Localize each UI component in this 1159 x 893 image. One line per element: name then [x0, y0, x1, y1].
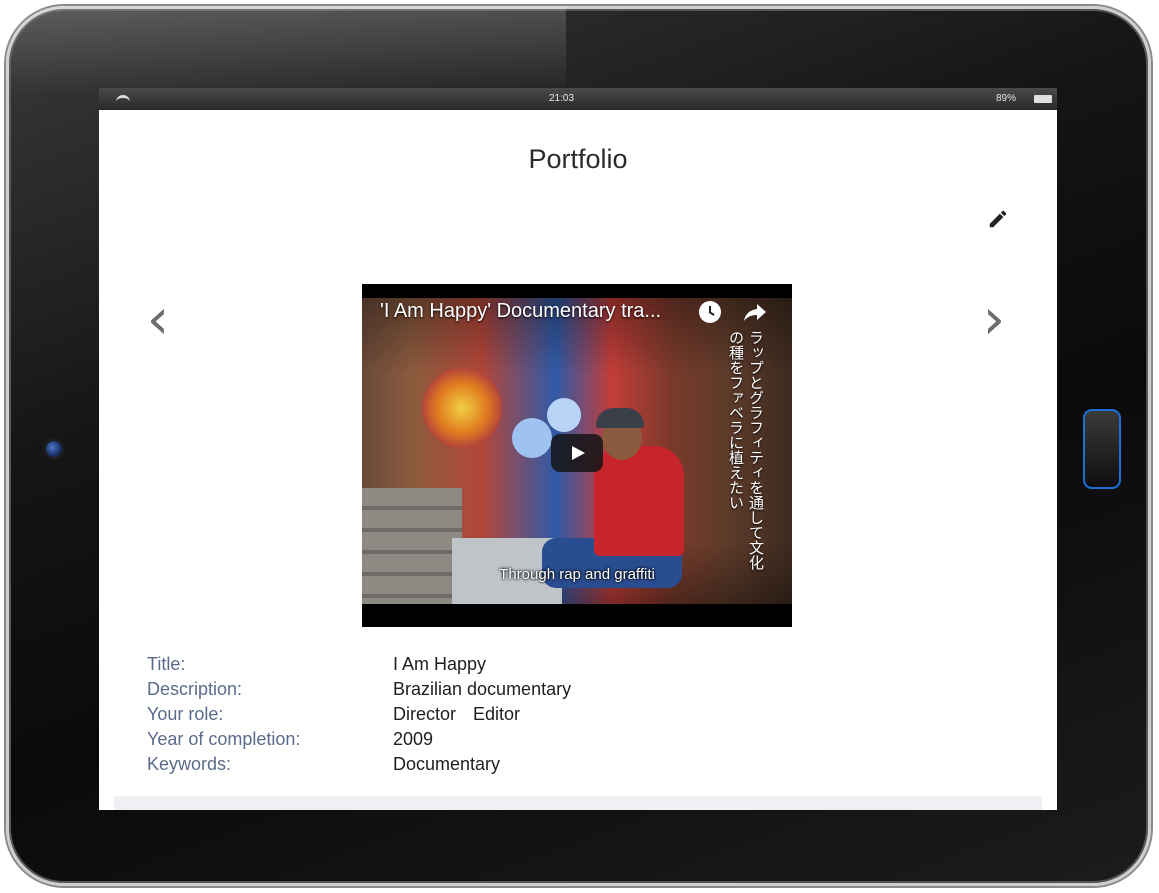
battery-icon — [1034, 95, 1052, 103]
title-value: I Am Happy — [393, 654, 487, 674]
front-camera — [46, 441, 62, 457]
home-button[interactable] — [1083, 409, 1121, 489]
portfolio-page: Portfolio ‹ › 'I Am Happy' Documentary t… — [114, 110, 1042, 810]
video-subtitle: Through rap and graffiti — [499, 566, 655, 583]
chevron-right-icon[interactable]: › — [974, 290, 1014, 350]
description-label: Description: — [147, 679, 243, 699]
detail-row-description: Description: Brazilian documentary — [147, 677, 1027, 702]
portfolio-details: Title: I Am Happy Description: Brazilian… — [147, 652, 1027, 777]
tablet-screen: 21:03 89% Portfolio ‹ › 'I Am Happy' Doc… — [99, 88, 1057, 810]
stone-steps — [362, 488, 462, 604]
status-time: 21:03 — [549, 93, 575, 104]
video-title[interactable]: 'I Am Happy' Documentary tra... — [380, 300, 661, 323]
detail-row-year: Year of completion: 2009 — [147, 727, 1027, 752]
detail-row-keywords: Keywords: Documentary — [147, 752, 1027, 777]
play-button[interactable] — [551, 434, 603, 472]
title-label: Title: — [147, 654, 186, 674]
keywords-value: Documentary — [393, 754, 501, 774]
bottom-strip — [114, 796, 1042, 810]
share-icon[interactable] — [742, 300, 768, 324]
wifi-icon — [116, 95, 130, 103]
person-cap — [596, 408, 644, 428]
play-icon — [572, 446, 585, 460]
role-tag: Director — [393, 704, 457, 724]
mural-flower — [422, 368, 502, 448]
year-value: 2009 — [393, 729, 434, 749]
detail-row-role: Your role: Director Editor — [147, 702, 1027, 727]
video-player[interactable]: 'I Am Happy' Documentary tra... ラップとグラフィ… — [362, 284, 792, 627]
role-value: Director Editor — [393, 702, 532, 727]
mural-bubble — [547, 398, 581, 432]
watch-later-icon[interactable] — [699, 301, 721, 323]
page-title: Portfolio — [528, 144, 628, 174]
keywords-label: Keywords: — [147, 754, 232, 774]
pencil-icon[interactable] — [987, 208, 1009, 230]
status-bar: 21:03 89% — [99, 88, 1057, 110]
year-label: Year of completion: — [147, 729, 301, 749]
description-value: Brazilian documentary — [393, 679, 572, 699]
role-label: Your role: — [147, 704, 224, 724]
chevron-left-icon[interactable]: ‹ — [138, 290, 178, 350]
battery-percentage: 89% — [996, 93, 1017, 104]
person-shirt — [594, 446, 684, 556]
japanese-caption: ラップとグラフィティを通して文化の種をファベラに植えたい — [727, 330, 765, 570]
role-tag: Editor — [473, 704, 521, 724]
mural-bubble — [512, 418, 552, 458]
detail-row-title: Title: I Am Happy — [147, 652, 1027, 677]
